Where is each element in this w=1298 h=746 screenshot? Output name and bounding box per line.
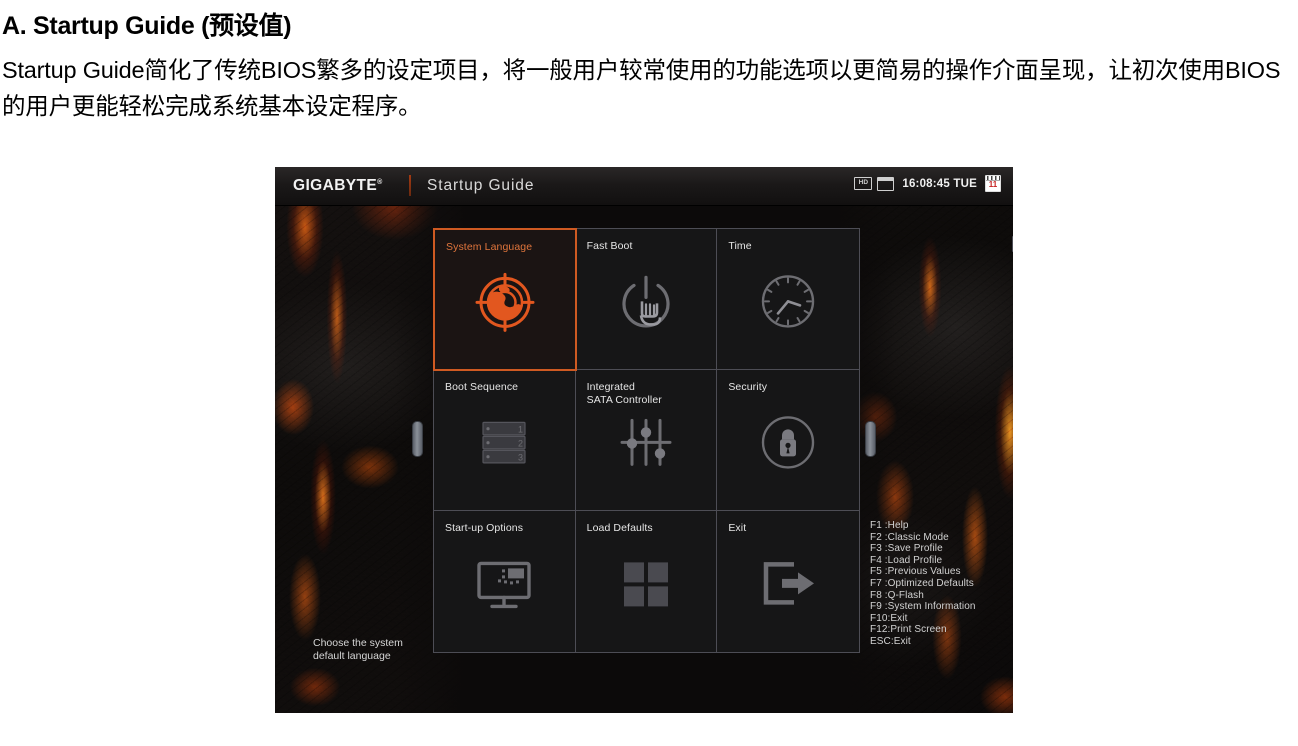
globe-radar-icon [475,272,535,332]
header-divider [409,175,411,196]
tile-load-defaults[interactable]: Load Defaults [575,511,718,652]
startup-guide-tile-grid: System Language Fast Boot Time Boot Sequ… [433,228,860,653]
tile-integrated-sata-controller[interactable]: Integrated SATA Controller [575,370,718,511]
gigabyte-logo: GIGABYTE® [293,177,383,195]
window-view-icon[interactable] [877,176,895,191]
page-body-text: Startup Guide简化了传统BIOS繁多的设定项目，将一般用户较常使用的… [2,57,1281,119]
sliders-icon [620,418,672,466]
bios-header-bar: GIGABYTE® Startup Guide HD 16:08:45 TUE … [275,167,1013,252]
bios-app-title: Startup Guide [427,177,535,194]
tile-label: Load Defaults [586,522,653,534]
svg-text:1: 1 [518,424,523,434]
exit-arrow-icon [763,561,815,605]
monitor-icon [477,561,532,608]
tile-label: Start-up Options [445,522,524,534]
tile-label: Fast Boot [586,240,633,252]
hotkey-legend: F1 :Help F2 :Classic Mode F3 :Save Profi… [870,520,976,647]
tile-label: Exit [728,522,747,534]
padlock-circle-icon [761,416,815,469]
scroll-handle-left[interactable] [412,421,423,457]
gigabyte-logo-text: GIGABYTE [293,177,378,194]
bios-screenshot: GIGABYTE® Startup Guide HD 16:08:45 TUE … [275,167,1013,713]
drive-stack-icon: 1 2 3 [482,421,526,464]
tile-label: System Language [446,241,533,253]
tile-boot-sequence[interactable]: Boot Sequence 1 2 3 [434,370,576,511]
trademark-symbol: ® [377,178,383,186]
status-bar: HD 16:08:45 TUE 11 [854,175,1013,252]
tile-start-up-options[interactable]: Start-up Options [434,511,576,652]
scroll-handle-right[interactable] [865,421,876,457]
tile-security[interactable]: Security [717,370,859,511]
tile-system-language[interactable]: System Language [433,228,577,371]
tile-time[interactable]: Time [717,229,859,370]
tile-label: Integrated SATA Controller [586,381,662,406]
tile-label: Boot Sequence [445,381,519,393]
calendar-icon[interactable]: 11 [985,175,1001,192]
tile-exit[interactable]: Exit [717,511,859,652]
svg-text:3: 3 [518,452,523,462]
help-text: Choose the system default language [313,637,403,662]
four-squares-icon [623,561,668,606]
grid-view-icon[interactable] [1012,236,1013,252]
page-title: A. Startup Guide (预设值) [2,12,292,40]
tile-label: Time [728,240,752,252]
tile-fast-boot[interactable]: Fast Boot [575,229,718,370]
hd-audio-icon[interactable]: HD [854,177,873,190]
power-hand-icon [622,275,670,328]
clock-label: 16:08:45 TUE [902,177,977,190]
svg-text:2: 2 [518,438,523,448]
tile-label: Security [728,381,768,393]
clock-icon [761,275,815,328]
